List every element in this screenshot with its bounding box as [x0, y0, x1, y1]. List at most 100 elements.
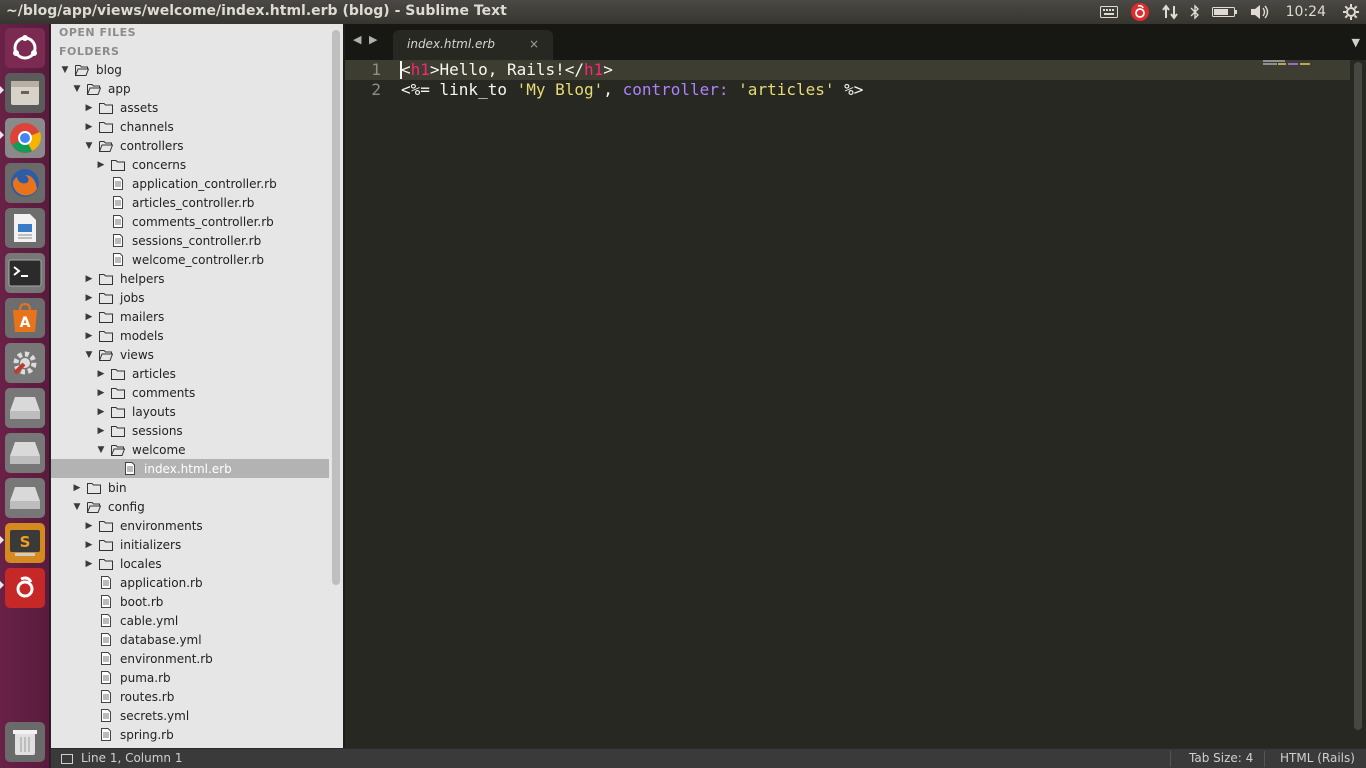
keyboard-icon[interactable] [1094, 0, 1124, 24]
expand-arrow-right-icon[interactable]: ▶ [84, 331, 94, 341]
expand-arrow-down-icon[interactable]: ▼ [84, 350, 94, 360]
tree-folder[interactable]: ▼ blog [51, 60, 329, 79]
code-editor[interactable]: 1 2 <h1>Hello, Rails!</h1> <%= link_to '… [345, 60, 1350, 748]
chrome-icon[interactable] [5, 118, 45, 158]
expand-arrow-down-icon[interactable]: ▼ [72, 502, 82, 512]
network-icon[interactable] [1156, 0, 1184, 24]
tree-file[interactable]: articles_controller.rb [51, 193, 329, 212]
expand-arrow-right-icon[interactable]: ▶ [84, 559, 94, 569]
expand-arrow-right-icon[interactable]: ▶ [84, 122, 94, 132]
netease-music-tray-icon[interactable] [1124, 0, 1156, 24]
code-token: h1 [410, 60, 430, 79]
tree-file[interactable]: puma.rb [51, 668, 329, 687]
tree-folder[interactable]: ▼ views [51, 345, 329, 364]
tab-size-selector[interactable]: Tab Size: 4 [1189, 751, 1253, 765]
expand-arrow-right-icon[interactable]: ▶ [84, 103, 94, 113]
tree-file[interactable]: application_controller.rb [51, 174, 329, 193]
expand-arrow-right-icon[interactable]: ▶ [84, 312, 94, 322]
tree-folder[interactable]: ▼ app [51, 79, 329, 98]
expand-arrow-right-icon[interactable]: ▶ [96, 388, 106, 398]
files-icon[interactable] [5, 73, 45, 113]
expand-arrow-right-icon[interactable]: ▶ [72, 483, 82, 493]
drive-icon[interactable] [5, 433, 45, 473]
tree-file[interactable]: application.rb [51, 573, 329, 592]
code-line[interactable]: <%= link_to 'My Blog', controller: 'arti… [401, 80, 863, 99]
clock[interactable]: 10:24 [1276, 0, 1336, 24]
tree-file[interactable]: environment.rb [51, 649, 329, 668]
tree-folder[interactable]: ▼ welcome [51, 440, 329, 459]
tree-folder[interactable]: ▶ articles [51, 364, 329, 383]
expand-arrow-down-icon[interactable]: ▼ [84, 141, 94, 151]
battery-icon[interactable] [1206, 0, 1244, 24]
volume-icon[interactable] [1244, 0, 1276, 24]
tree-folder[interactable]: ▶ concerns [51, 155, 329, 174]
tree-file[interactable]: welcome_controller.rb [51, 250, 329, 269]
tree-file[interactable]: cable.yml [51, 611, 329, 630]
tree-folder[interactable]: ▶ environments [51, 516, 329, 535]
editor-scrollbar[interactable] [1350, 60, 1366, 748]
tree-folder[interactable]: ▶ jobs [51, 288, 329, 307]
tab-label: index.html.erb [407, 37, 495, 51]
tree-folder[interactable]: ▶ helpers [51, 269, 329, 288]
expand-arrow-right-icon[interactable]: ▶ [96, 407, 106, 417]
tree-folder[interactable]: ▶ bin [51, 478, 329, 497]
tree-file[interactable]: comments_controller.rb [51, 212, 329, 231]
terminal-icon[interactable] [5, 253, 45, 293]
expand-arrow-right-icon[interactable]: ▶ [96, 426, 106, 436]
trash-icon[interactable] [5, 722, 45, 762]
firefox-icon[interactable] [5, 163, 45, 203]
tree-file[interactable]: secrets.yml [51, 706, 329, 725]
sublime-text-icon[interactable]: S [5, 523, 45, 563]
line-number: 1 [371, 60, 381, 79]
expand-arrow-right-icon[interactable]: ▶ [96, 160, 106, 170]
expand-arrow-down-icon[interactable]: ▼ [96, 445, 106, 455]
window-title: ~/blog/app/views/welcome/index.html.erb … [6, 3, 507, 19]
drive-icon[interactable] [5, 388, 45, 428]
tree-folder[interactable]: ▶ locales [51, 554, 329, 573]
tree-file[interactable]: index.html.erb [51, 459, 329, 478]
gear-icon[interactable] [1336, 0, 1366, 24]
tab-menu-chevron-down-icon[interactable]: ▼ [1352, 36, 1360, 49]
tree-folder[interactable]: ▶ comments [51, 383, 329, 402]
tree-file[interactable]: spring.rb [51, 725, 329, 744]
syntax-selector[interactable]: HTML (Rails) [1280, 751, 1355, 765]
expand-arrow-right-icon[interactable]: ▶ [84, 521, 94, 531]
tree-folder[interactable]: ▶ channels [51, 117, 329, 136]
tree-file[interactable]: sessions_controller.rb [51, 231, 329, 250]
tree-file[interactable]: database.yml [51, 630, 329, 649]
system-settings-icon[interactable] [5, 343, 45, 383]
tree-folder[interactable]: ▶ sessions [51, 421, 329, 440]
expand-arrow-right-icon[interactable]: ▶ [96, 369, 106, 379]
minimap[interactable] [1263, 60, 1323, 66]
dash-icon[interactable] [5, 28, 45, 68]
drive-icon[interactable] [5, 478, 45, 518]
tree-file[interactable]: boot.rb [51, 592, 329, 611]
expand-arrow-down-icon[interactable]: ▼ [60, 65, 70, 75]
tree-folder[interactable]: ▶ mailers [51, 307, 329, 326]
bluetooth-icon[interactable] [1184, 0, 1206, 24]
tree-item-label: controllers [120, 138, 184, 153]
expand-arrow-right-icon[interactable]: ▶ [84, 540, 94, 550]
tree-folder[interactable]: ▼ config [51, 497, 329, 516]
software-center-icon[interactable]: A [5, 298, 45, 338]
editor-scroll-thumb[interactable] [1354, 62, 1362, 730]
tree-folder[interactable]: ▶ initializers [51, 535, 329, 554]
tree-folder[interactable]: ▶ models [51, 326, 329, 345]
tree-folder[interactable]: ▶ layouts [51, 402, 329, 421]
tree-folder[interactable]: ▼ controllers [51, 136, 329, 155]
tab-scroll-left-icon[interactable]: ◀ [353, 33, 361, 46]
tree-file[interactable]: routes.rb [51, 687, 329, 706]
tab-scroll-right-icon[interactable]: ▶ [369, 33, 377, 46]
sidebar-scroll-thumb[interactable] [332, 30, 340, 585]
netease-music-icon[interactable] [5, 568, 45, 608]
expand-arrow-down-icon[interactable]: ▼ [72, 84, 82, 94]
writer-icon[interactable] [5, 208, 45, 248]
expand-arrow-right-icon[interactable]: ▶ [84, 293, 94, 303]
tab-index-html-erb[interactable]: index.html.erb × [393, 30, 553, 60]
close-icon[interactable]: × [529, 37, 539, 51]
tree-folder[interactable]: ▶ assets [51, 98, 329, 117]
file-icon [99, 652, 113, 666]
code-line[interactable]: <h1>Hello, Rails!</h1> [401, 60, 613, 79]
expand-arrow-right-icon[interactable]: ▶ [84, 274, 94, 284]
panel-toggle-icon[interactable] [61, 754, 73, 764]
